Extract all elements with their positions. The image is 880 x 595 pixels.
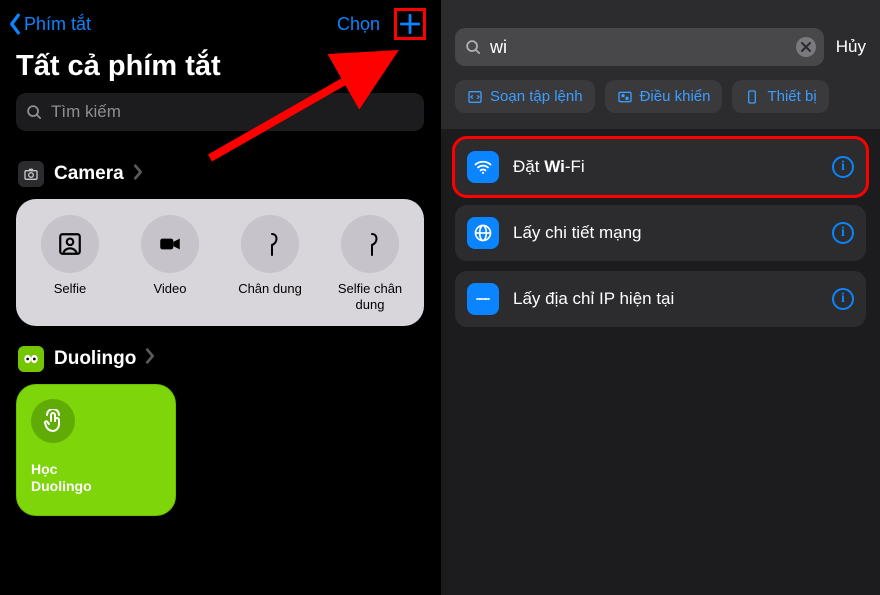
chip-script[interactable]: Soạn tập lệnh [455, 80, 595, 113]
clear-search-button[interactable] [796, 37, 816, 57]
search-query: wi [490, 37, 507, 58]
search-input[interactable]: Tìm kiếm [16, 93, 424, 131]
select-button[interactable]: Chọn [337, 14, 380, 35]
page-title: Tất cả phím tắt [0, 44, 440, 93]
result-label: Lấy chi tiết mạng [513, 223, 818, 243]
tile-selfie-portrait[interactable]: Selfie chân dung [324, 215, 416, 314]
result-network-details[interactable]: Lấy chi tiết mạng i [455, 205, 866, 261]
duolingo-icon [18, 346, 44, 372]
result-label: Lấy địa chỉ IP hiện tại [513, 289, 818, 309]
section-title: Camera [54, 163, 124, 185]
chevron-right-icon [132, 163, 144, 186]
tile-label: Chân dung [238, 281, 302, 313]
cancel-button[interactable]: Hủy [836, 37, 866, 57]
search-input[interactable]: wi [455, 28, 824, 66]
chip-controls[interactable]: Điều khiển [605, 80, 723, 113]
chip-label: Thiết bị [767, 88, 816, 105]
chip-label: Điều khiển [640, 88, 711, 105]
tile-selfie[interactable]: Selfie [24, 215, 116, 314]
add-button[interactable] [394, 8, 426, 40]
filter-chips: Soạn tập lệnh Điều khiển Thiết bị [441, 80, 880, 129]
tile-portrait[interactable]: Chân dung [224, 215, 316, 314]
video-icon [141, 215, 199, 273]
back-label: Phím tắt [24, 14, 91, 35]
globe-icon [467, 217, 499, 249]
shortcut-label: Học Duolingo [31, 461, 161, 496]
aperture-icon [341, 215, 399, 273]
result-ip-address[interactable]: Lấy địa chỉ IP hiện tại i [455, 271, 866, 327]
tap-icon [31, 399, 75, 443]
tile-video[interactable]: Video [124, 215, 216, 314]
chevron-right-icon [144, 347, 156, 370]
info-icon[interactable]: i [832, 222, 854, 244]
tile-label: Selfie chân dung [324, 281, 416, 314]
back-button[interactable]: Phím tắt [8, 13, 91, 35]
result-label: Đặt Wi-Fi [513, 157, 818, 177]
search-placeholder: Tìm kiếm [51, 102, 121, 122]
result-set-wifi[interactable]: Đặt Wi-Fi i [455, 139, 866, 195]
chip-label: Soạn tập lệnh [490, 88, 583, 105]
ip-icon [467, 283, 499, 315]
wifi-icon [467, 151, 499, 183]
person-square-icon [41, 215, 99, 273]
section-title: Duolingo [54, 348, 136, 370]
aperture-icon [241, 215, 299, 273]
camera-card: Selfie Video Chân dung Selfie chân dung [16, 199, 424, 326]
tile-label: Video [153, 281, 186, 313]
section-header-duolingo[interactable]: Duolingo [0, 326, 440, 384]
camera-icon [18, 161, 44, 187]
section-header-camera[interactable]: Camera [0, 131, 440, 199]
info-icon[interactable]: i [832, 288, 854, 310]
chip-device[interactable]: Thiết bị [732, 80, 828, 113]
info-icon[interactable]: i [832, 156, 854, 178]
tile-label: Selfie [54, 281, 87, 313]
shortcut-card-duolingo[interactable]: Học Duolingo [16, 384, 176, 516]
